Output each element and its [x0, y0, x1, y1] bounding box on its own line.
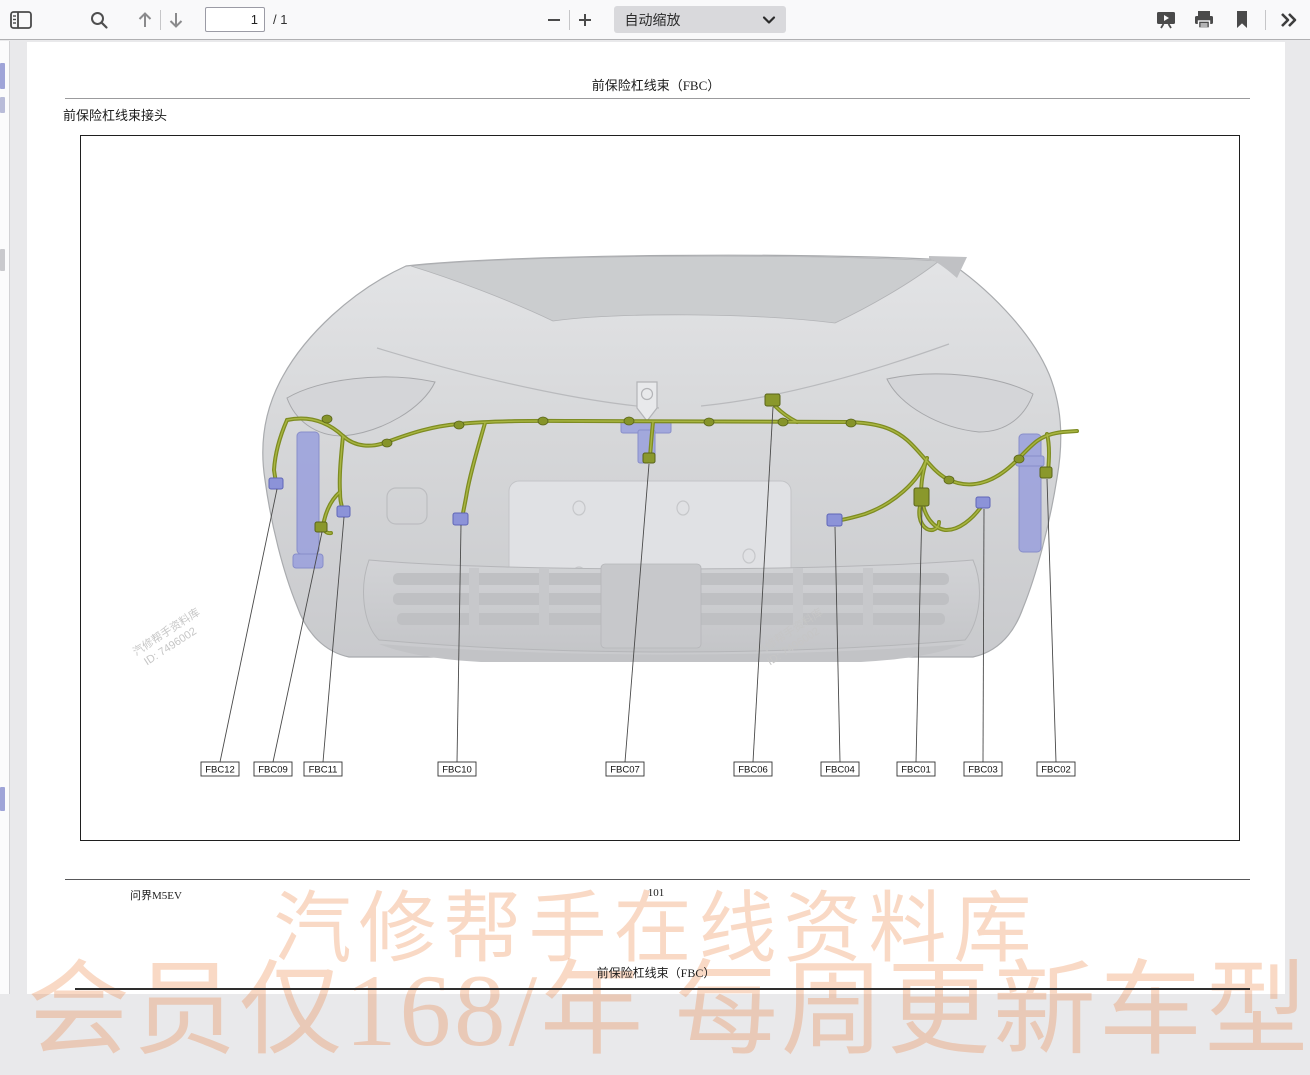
search-icon — [89, 10, 109, 30]
connector-fbc12 — [269, 478, 283, 489]
connector-label-fbc07: FBC07 — [610, 765, 640, 776]
more-tools-icon — [1279, 11, 1299, 29]
previous-page-button[interactable] — [130, 5, 160, 35]
sidebar-panel-edge[interactable] — [0, 41, 10, 994]
search-button[interactable] — [84, 5, 114, 35]
connector-label-fbc12: FBC12 — [205, 765, 235, 776]
sidebar-thumb-fragment — [0, 63, 5, 89]
connector-label-fbc03: FBC03 — [968, 765, 998, 776]
zoom-dropdown[interactable]: 自动缩放 — [614, 6, 786, 33]
print-icon — [1193, 10, 1215, 30]
connector-fbc11 — [337, 506, 350, 517]
connector-label-fbc04: FBC04 — [825, 765, 855, 776]
front-bumper-harness-diagram: 汽修帮手资料库ID: 7496002 汽修帮手资料库ID: 7496002 FB… — [81, 136, 1241, 842]
pdf-page: 汽修帮手在线资料库 会员仅168/年 每周更新车型 前保险杠线束（FBC） 前保… — [27, 42, 1285, 994]
connector-fbc02 — [1040, 467, 1052, 478]
connector-fbc10 — [453, 513, 468, 525]
zoom-in-icon — [577, 12, 593, 28]
sidebar-thumb-fragment — [0, 249, 5, 271]
watermark-line2: 会员仅168/年 每周更新车型 — [27, 926, 1285, 1075]
wiring-diagram-figure: 汽修帮手资料库ID: 7496002 汽修帮手资料库ID: 7496002 FB… — [80, 135, 1240, 841]
connector-fbc03 — [976, 497, 990, 508]
car-illustration — [263, 255, 1061, 662]
section-heading: 前保险杠线束接头 — [63, 105, 167, 124]
chevron-down-icon — [762, 15, 776, 25]
connector-label-fbc02: FBC02 — [1041, 765, 1071, 776]
page-up-icon — [136, 10, 154, 30]
connector-label-fbc11: FBC11 — [309, 765, 338, 776]
bookmark-icon — [1234, 10, 1250, 30]
header-rule — [65, 98, 1250, 99]
print-button[interactable] — [1189, 5, 1219, 35]
leader-line-fbc12 — [220, 489, 277, 762]
connector-labels: FBC12 FBC09 FBC11 FBC10 FBC07 FBC06 FBC04 FBC01… — [201, 762, 1075, 776]
next-page-rule — [75, 988, 1250, 990]
connector-fbc04 — [827, 514, 842, 526]
connector-label-fbc09: FBC09 — [258, 765, 288, 776]
zoom-out-button[interactable] — [539, 5, 569, 35]
leader-line-fbc02 — [1047, 479, 1056, 762]
zoom-dropdown-value: 自动缩放 — [624, 10, 762, 30]
connector-fbc09 — [315, 522, 327, 532]
more-tools-button[interactable] — [1274, 5, 1304, 35]
sidebar-toggle-icon — [10, 11, 32, 29]
presentation-mode-button[interactable] — [1151, 5, 1181, 35]
page-down-icon — [167, 10, 185, 30]
pdf-toolbar: / 1 自动缩放 — [0, 0, 1310, 40]
toolbar-divider — [1265, 10, 1266, 30]
footer-page-number: 101 — [27, 887, 1285, 899]
next-page-title: 前保险杠线束（FBC） — [27, 964, 1285, 981]
page-count-label: / 1 — [273, 12, 287, 27]
connector-label-fbc01: FBC01 — [901, 765, 931, 776]
connector-label-fbc10: FBC10 — [442, 765, 472, 776]
footer-rule — [65, 879, 1250, 880]
connector-label-fbc06: FBC06 — [738, 765, 768, 776]
next-page-button[interactable] — [161, 5, 191, 35]
page-title: 前保险杠线束（FBC） — [27, 75, 1285, 94]
sidebar-toggle-button[interactable] — [6, 5, 36, 35]
presentation-mode-icon — [1155, 10, 1177, 30]
watermark-line1: 汽修帮手在线资料库 — [27, 866, 1285, 978]
zoom-out-icon — [546, 12, 562, 28]
sidebar-thumb-fragment — [0, 787, 5, 811]
zoom-in-button[interactable] — [570, 5, 600, 35]
bookmark-button[interactable] — [1227, 5, 1257, 35]
sidebar-thumb-fragment — [0, 97, 5, 113]
connector-fbc06 — [765, 394, 780, 406]
connector-fbc01 — [914, 488, 929, 506]
connector-fbc07 — [643, 453, 655, 463]
page-number-input[interactable] — [205, 7, 265, 32]
